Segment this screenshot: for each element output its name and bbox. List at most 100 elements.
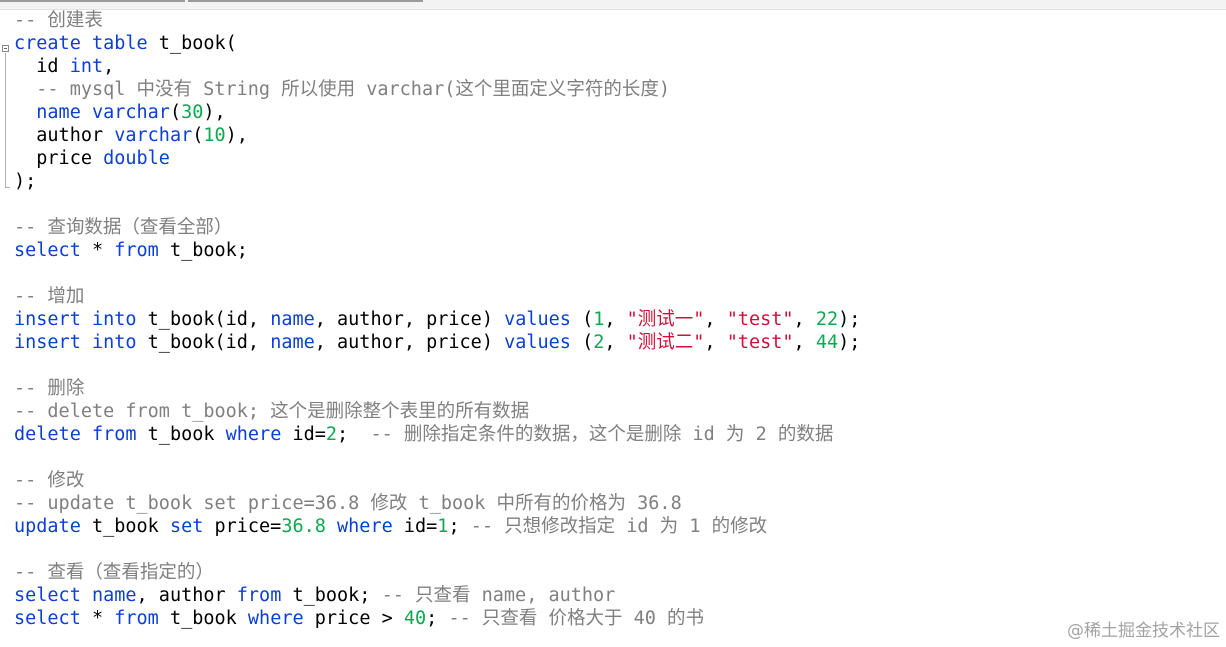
code-token: where — [337, 516, 393, 537]
code-token: , — [704, 332, 727, 353]
code-token: insert — [14, 309, 81, 330]
code-token: , author — [136, 585, 237, 606]
code-line[interactable]: insert into t_book(id, name, author, pri… — [14, 308, 860, 331]
code-token: t_book — [80, 516, 170, 537]
code-line[interactable]: price double — [14, 147, 170, 170]
code-token: -- mysql 中没有 String 所以使用 varchar(这个里面定义字… — [14, 79, 671, 100]
code-token: , — [793, 332, 816, 353]
code-line[interactable]: select name, author from t_book; -- 只查看 … — [14, 584, 615, 607]
code-token: , — [604, 309, 627, 330]
code-line[interactable]: -- update t_book set price=36.8 修改 t_boo… — [14, 492, 682, 515]
code-token: id= — [281, 424, 326, 445]
code-token: ), — [203, 102, 226, 123]
code-token: from — [236, 585, 282, 606]
tab-indicator-1[interactable] — [0, 0, 185, 2]
code-token: -- 修改 — [14, 470, 85, 491]
code-token: , author, price) — [314, 332, 505, 353]
code-line[interactable]: id int, — [14, 55, 114, 78]
code-token: name — [36, 102, 81, 123]
code-token: varchar — [114, 125, 193, 146]
code-token: insert — [14, 332, 81, 353]
code-token: 1 — [593, 309, 605, 330]
code-token: ( — [570, 332, 594, 353]
code-token: ; — [337, 424, 371, 445]
code-line[interactable]: -- 修改 — [14, 469, 84, 492]
code-token: name — [270, 332, 315, 353]
code-token: t_book; — [281, 585, 382, 606]
code-token: 10 — [203, 125, 226, 146]
code-token: into — [91, 309, 137, 330]
code-line[interactable]: -- 查询数据（查看全部） — [14, 216, 232, 239]
code-token: t_book; — [158, 240, 248, 261]
code-token: double — [103, 148, 170, 169]
code-line[interactable]: insert into t_book(id, name, author, pri… — [14, 331, 860, 354]
code-token: t_book(id, — [136, 309, 271, 330]
code-line[interactable]: select * from t_book; — [14, 239, 248, 262]
code-token: price — [14, 148, 104, 169]
code-token: ; — [426, 608, 449, 629]
code-token: id= — [392, 516, 438, 537]
code-token: 2 — [593, 332, 605, 353]
code-token: table — [91, 33, 148, 54]
code-token: create — [14, 33, 81, 54]
code-token: price= — [203, 516, 282, 537]
code-token: -- 创建表 — [14, 10, 103, 31]
code-line[interactable]: select * from t_book where price > 40; -… — [14, 607, 704, 630]
code-token: , — [793, 309, 816, 330]
code-line[interactable]: delete from t_book where id=2; -- 删除指定条件… — [14, 423, 833, 446]
code-line[interactable]: author varchar(10), — [14, 124, 248, 147]
code-token: values — [504, 309, 571, 330]
fold-guide-line — [5, 53, 6, 187]
code-token: from — [114, 240, 159, 261]
code-token: ; — [448, 516, 471, 537]
code-token: -- 删除 — [14, 378, 85, 399]
code-token: id — [14, 56, 70, 77]
code-token: -- 查询数据（查看全部） — [14, 217, 233, 238]
code-token: ( — [192, 125, 204, 146]
code-token: where — [247, 608, 304, 629]
code-line[interactable]: -- 增加 — [14, 285, 84, 308]
code-line[interactable]: ); — [14, 170, 36, 193]
code-token: -- 只查看 价格大于 40 的书 — [448, 608, 705, 629]
code-token: -- 查看（查看指定的） — [14, 562, 214, 583]
code-line[interactable]: update t_book set price=36.8 where id=1;… — [14, 515, 767, 538]
code-token: , — [704, 309, 727, 330]
code-token: from — [114, 608, 159, 629]
sql-code-editor[interactable]: -- 创建表 create table t_book( id int, -- my… — [0, 9, 1226, 647]
code-line[interactable]: -- mysql 中没有 String 所以使用 varchar(这个里面定义字… — [14, 78, 670, 101]
code-token: * — [80, 240, 115, 261]
code-token: ), — [225, 125, 248, 146]
code-token: name — [91, 585, 137, 606]
code-token: t_book( — [147, 33, 237, 54]
code-line[interactable]: -- 删除 — [14, 377, 84, 400]
code-token: select — [14, 608, 81, 629]
code-line[interactable]: create table t_book( — [14, 32, 237, 55]
code-token: "test" — [726, 332, 794, 353]
code-token: author — [14, 125, 115, 146]
code-token: ( — [570, 309, 594, 330]
code-token: ); — [838, 332, 861, 353]
code-token: -- update t_book set price=36.8 修改 t_boo… — [14, 493, 682, 514]
code-token: where — [225, 424, 282, 445]
code-token: -- 只想修改指定 id 为 1 的修改 — [470, 516, 768, 537]
code-line[interactable]: -- delete from t_book; 这个是删除整个表里的所有数据 — [14, 400, 529, 423]
tab-indicator-2[interactable] — [188, 0, 423, 2]
code-token: t_book — [136, 424, 226, 445]
code-token: 36.8 — [281, 516, 326, 537]
code-line[interactable]: -- 查看（查看指定的） — [14, 561, 214, 584]
code-token: * — [80, 608, 115, 629]
code-line[interactable]: -- 创建表 — [14, 9, 103, 32]
code-token: ); — [14, 171, 37, 192]
fold-collapse-icon[interactable] — [2, 45, 9, 52]
code-token: int — [69, 56, 104, 77]
code-token: 44 — [815, 332, 839, 353]
code-line[interactable]: name varchar(30), — [14, 101, 226, 124]
code-token: 2 — [325, 424, 338, 445]
code-token: 22 — [815, 309, 839, 330]
